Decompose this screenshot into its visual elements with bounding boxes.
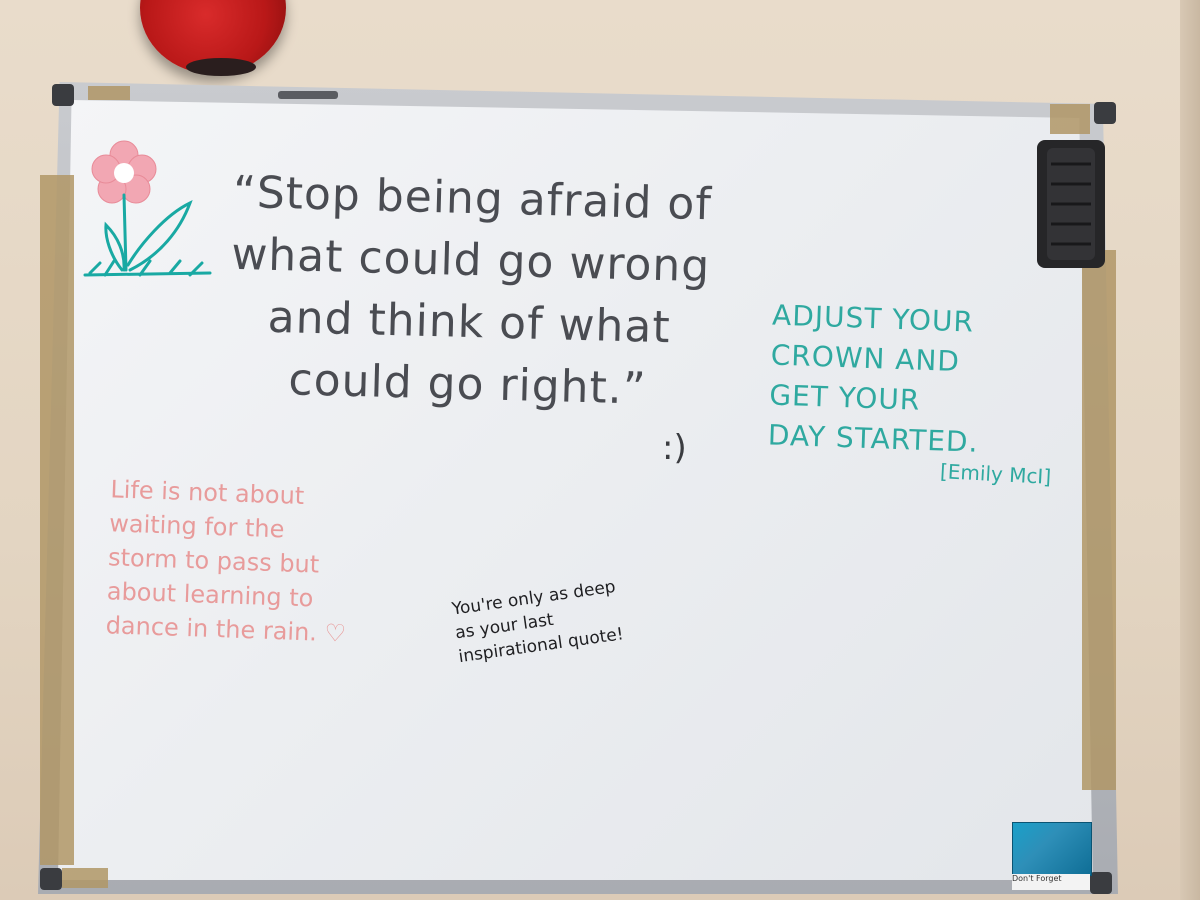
frame-corner-bottom-left [40,868,62,890]
tape-top-left [88,86,130,100]
frame-corner-top-right [1094,102,1116,124]
tape-left [40,175,74,865]
rain-quote-text: Life is not about waiting for the storm … [105,475,347,648]
tape-top-right [1050,104,1090,134]
smiley-doodle-icon: :) [662,428,687,468]
tape-right [1082,250,1116,790]
crown-quote-text: ADJUST YOUR CROWN AND GET YOUR DAY START… [767,298,980,459]
sticker-caption: Don't Forget [1012,874,1090,890]
frame-corner-top-left [52,84,74,106]
flower-doodle-icon [83,140,212,277]
main-quote-text: “Stop being afraid of what could go wron… [230,166,713,415]
frame-corner-bottom-right [1090,872,1112,894]
sticker-label [1012,822,1092,876]
tape-bottom-left [62,868,108,888]
wall-right-edge [1180,0,1200,900]
eraser-icon [1037,140,1105,268]
frame-brand-label [278,91,338,99]
alarm-bell-base [186,58,256,76]
